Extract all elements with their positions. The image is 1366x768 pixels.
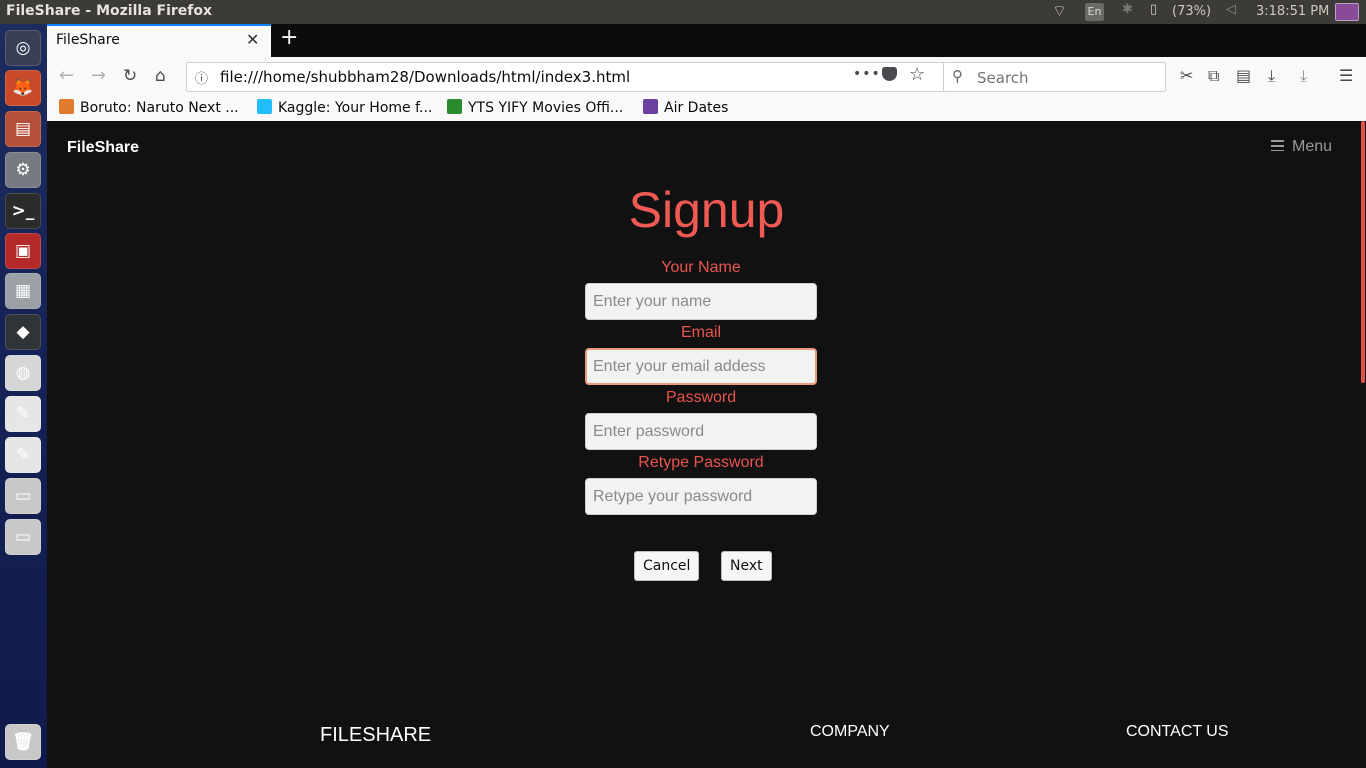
files-glyph: ▤ <box>14 119 32 139</box>
firefox-icon[interactable]: 🦊 <box>5 70 41 106</box>
app-red-glyph: ▣ <box>14 241 32 261</box>
bookmarks-toolbar: Boruto: Naruto Next ... Kaggle: Your Home… <box>47 97 1366 122</box>
navigation-toolbar: ← → ↻ ⌂ ⓘ file:///home/shubbham28/Downlo… <box>47 57 1366 98</box>
site-brand[interactable]: FileShare <box>67 139 139 157</box>
hamburger-menu-icon[interactable]: ☰ <box>1339 66 1353 85</box>
bookmark-item[interactable]: Air Dates <box>643 99 728 116</box>
text-editor-2-icon[interactable]: ✎ <box>5 437 41 473</box>
password-label: Password <box>665 389 737 406</box>
page-content: FileShare Menu Signup Your Name Email Pa… <box>47 121 1366 768</box>
retype-password-label: Retype Password <box>638 454 764 471</box>
paste-icon[interactable]: ▤ <box>1236 66 1251 85</box>
wifi-icon[interactable]: ⌔ <box>1052 1 1067 21</box>
drive-glyph: ▭ <box>14 486 32 506</box>
email-label: Email <box>680 324 721 341</box>
back-button[interactable]: ← <box>59 65 74 86</box>
bookmark-star-icon[interactable]: ☆ <box>909 64 925 85</box>
bookmark-item[interactable]: Kaggle: Your Home f... <box>257 99 432 116</box>
bookmark-label: Air Dates <box>664 100 729 116</box>
menu-label: Menu <box>1292 138 1333 155</box>
retype-password-field[interactable] <box>585 478 817 515</box>
bookmark-label: YTS YIFY Movies Offi... <box>468 100 624 116</box>
app-gray-glyph: ▦ <box>14 281 32 301</box>
app-gray-icon[interactable]: ▦ <box>5 273 41 309</box>
bookmark-favicon-icon <box>257 99 272 114</box>
bookmark-item[interactable]: YTS YIFY Movies Offi... <box>447 99 623 116</box>
ubuntu-dash-glyph: ◎ <box>15 38 31 58</box>
bookmark-favicon-icon <box>643 99 658 114</box>
footer-company-heading: COMPANY <box>810 723 890 740</box>
close-tab-icon[interactable]: ✕ <box>246 30 259 49</box>
app-launcher: ◎ 🦊 ▤ ⚙ >_ ▣ ▦ ◆ ◍ ✎ ✎ ▭ ▭ 🗑 <box>0 24 48 768</box>
settings-glyph: ⚙ <box>15 160 31 180</box>
app-chart-icon[interactable]: ◍ <box>5 355 41 391</box>
keyboard-layout-indicator[interactable]: En <box>1085 3 1104 21</box>
ubuntu-dash-icon[interactable]: ◎ <box>5 30 41 66</box>
cancel-button[interactable]: Cancel <box>634 551 700 581</box>
email-field[interactable] <box>585 348 817 385</box>
site-info-icon[interactable]: ⓘ <box>195 68 208 87</box>
password-field[interactable] <box>585 413 817 450</box>
settings-icon[interactable]: ⚙ <box>5 152 41 188</box>
os-top-bar: FileShare - Mozilla Firefox ⌔ En ✱ ▯ (73… <box>0 0 1366 24</box>
text-editor-icon[interactable]: ✎ <box>5 396 41 432</box>
text-editor-2-glyph: ✎ <box>15 445 31 465</box>
next-button[interactable]: Next <box>721 551 772 581</box>
name-label: Your Name <box>661 259 741 276</box>
tab-bar: FileShare ✕ + <box>47 24 1366 57</box>
terminal-glyph: >_ <box>11 201 35 221</box>
drive-2-icon[interactable]: ▭ <box>5 519 41 555</box>
drive-2-glyph: ▭ <box>14 527 32 547</box>
bookmark-label: Boruto: Naruto Next ... <box>80 100 239 116</box>
power-menu-icon[interactable] <box>1335 3 1359 21</box>
app-dark-icon[interactable]: ◆ <box>5 314 41 350</box>
page-actions-icon[interactable]: ••• <box>853 66 881 82</box>
search-box[interactable]: ⚲ <box>943 62 1166 92</box>
pocket-icon[interactable] <box>882 67 897 81</box>
bookmark-label: Kaggle: Your Home f... <box>278 100 433 116</box>
cut-icon[interactable]: ✂ <box>1180 66 1193 85</box>
new-tab-button[interactable]: + <box>280 25 298 50</box>
name-field[interactable] <box>585 283 817 320</box>
footer-contact-heading: CONTACT US <box>1126 723 1229 740</box>
terminal-icon[interactable]: >_ <box>5 193 41 229</box>
search-input[interactable] <box>975 65 1159 91</box>
trash-icon[interactable]: 🗑 <box>5 724 41 760</box>
footer-brand: FILESHARE <box>320 724 432 746</box>
files-icon[interactable]: ▤ <box>5 111 41 147</box>
drive-icon[interactable]: ▭ <box>5 478 41 514</box>
copy-icon[interactable]: ⧉ <box>1208 66 1219 86</box>
clock[interactable]: 3:18:51 PM <box>1256 4 1329 19</box>
battery-percentage[interactable]: (73%) <box>1172 4 1211 19</box>
bookmark-item[interactable]: Boruto: Naruto Next ... <box>59 99 239 116</box>
reload-button[interactable]: ↻ <box>123 66 137 86</box>
scrollbar[interactable] <box>1361 121 1365 383</box>
address-bar[interactable]: ⓘ file:///home/shubbham28/Downloads/html… <box>186 62 985 92</box>
firefox-glyph: 🦊 <box>12 78 34 98</box>
volume-icon[interactable]: ◁ <box>1226 2 1236 17</box>
app-red-icon[interactable]: ▣ <box>5 233 41 269</box>
url-text[interactable]: file:///home/shubbham28/Downloads/html/i… <box>220 68 630 86</box>
menu-button[interactable]: Menu <box>1271 138 1332 156</box>
app-chart-glyph: ◍ <box>15 363 31 383</box>
hamburger-icon <box>1271 140 1284 151</box>
tab-title: FileShare <box>56 32 120 48</box>
tab-fileshare[interactable]: FileShare ✕ <box>47 24 271 57</box>
page-title: Signup <box>628 182 785 238</box>
download-icon[interactable]: ⤓ <box>1300 66 1307 86</box>
home-button[interactable]: ⌂ <box>155 66 166 86</box>
text-editor-glyph: ✎ <box>15 404 31 424</box>
forward-button[interactable]: → <box>91 65 106 86</box>
bookmark-favicon-icon <box>59 99 74 114</box>
downloads-icon[interactable]: ⤓ <box>1268 66 1275 86</box>
trash-glyph: 🗑 <box>12 732 34 752</box>
battery-icon[interactable]: ▯ <box>1150 2 1157 17</box>
bookmark-favicon-icon <box>447 99 462 114</box>
window-title: FileShare - Mozilla Firefox <box>6 3 213 19</box>
bluetooth-icon[interactable]: ✱ <box>1122 2 1133 17</box>
search-icon: ⚲ <box>952 67 963 85</box>
app-dark-glyph: ◆ <box>16 322 30 342</box>
